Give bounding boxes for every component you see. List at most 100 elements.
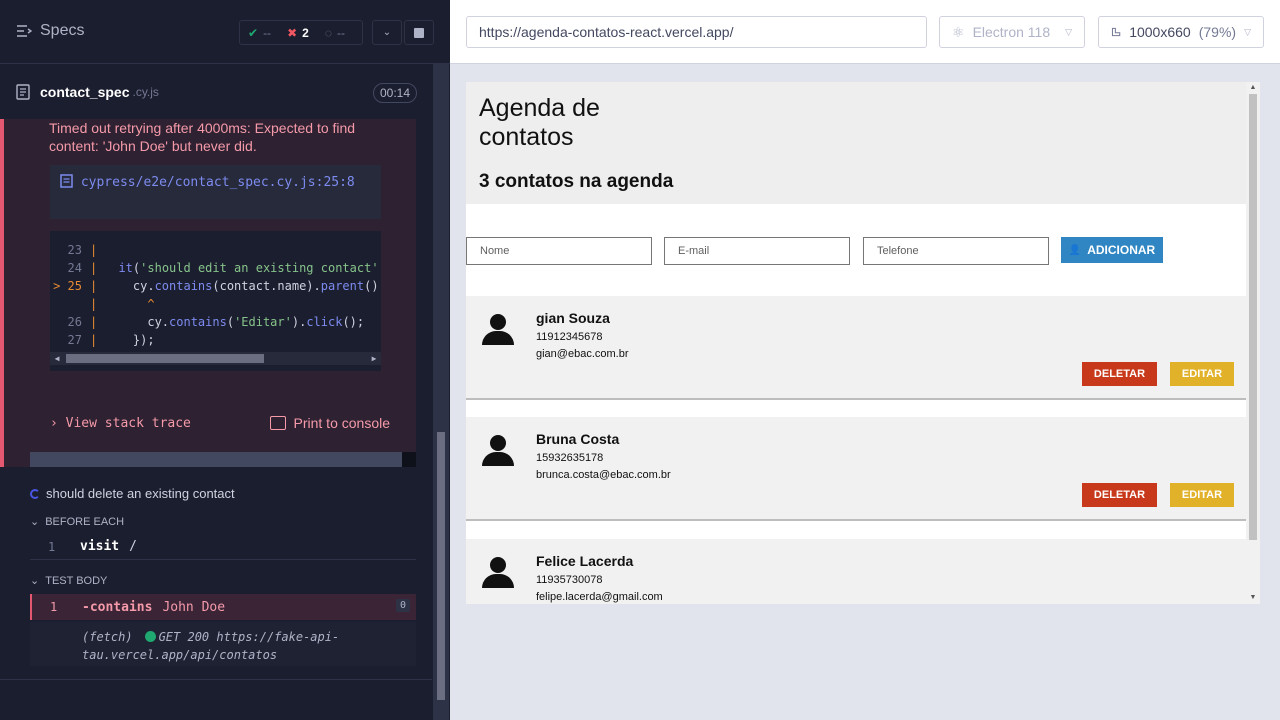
command-contains-failed[interactable]: 1 -contains John Doe 0 xyxy=(30,594,416,620)
add-button[interactable]: 👤 ADICIONAR xyxy=(1061,237,1163,263)
stop-button[interactable] xyxy=(404,20,434,45)
command-fetch[interactable]: (fetch) GET 200 https://fake-api-tau.verc… xyxy=(30,622,416,666)
code-frame-header[interactable]: cypress/e2e/contact_spec.cy.js:25:8 xyxy=(50,165,381,219)
code-horizontal-scrollbar[interactable]: ◀ ▶ xyxy=(50,352,381,365)
test-title-row[interactable]: should delete an existing contact xyxy=(30,486,235,501)
aut-header: https://agenda-contatos-react.vercel.app… xyxy=(450,0,1280,64)
pending-circle-icon: ◌ xyxy=(324,25,332,40)
passed-stat: ✔ -- xyxy=(248,25,272,40)
add-user-icon: 👤 xyxy=(1068,244,1082,256)
specs-button[interactable]: Specs xyxy=(16,22,84,40)
app-title: Agenda de contatos xyxy=(479,94,600,151)
error-vertical-scrollbar[interactable] xyxy=(402,119,416,452)
electron-icon: ⚛ xyxy=(952,23,965,40)
scroll-thumb[interactable] xyxy=(44,454,104,465)
specs-list-icon xyxy=(17,25,32,37)
contact-email: gian@ebac.com.br xyxy=(536,348,629,360)
code-line: 24 | it('should edit an existing contact' xyxy=(67,261,379,275)
contact-count: 3 contatos na agenda xyxy=(479,171,674,192)
user-icon xyxy=(482,557,514,588)
edit-button[interactable]: EDITAR xyxy=(1170,483,1234,507)
error-actions: › View stack trace Print to console xyxy=(50,415,390,431)
test-title: should delete an existing contact xyxy=(46,486,235,501)
pending-stat: ◌ -- xyxy=(324,25,345,40)
name-input[interactable] xyxy=(466,237,652,265)
code-line-highlighted: > 25 | cy.contains(contact.name).parent() xyxy=(53,279,379,293)
code-line: 27 | }); xyxy=(67,333,155,347)
code-line: 26 | cy.contains('Editar').click(); xyxy=(67,315,365,329)
scroll-thumb[interactable] xyxy=(437,432,445,700)
element-count-badge: 0 xyxy=(395,599,410,612)
scroll-corner xyxy=(402,452,416,467)
x-icon: ✖ xyxy=(287,25,298,40)
spec-file-name: contact_spec xyxy=(40,84,130,100)
delete-button[interactable]: DELETAR xyxy=(1082,362,1157,386)
aut-panel: https://agenda-contatos-react.vercel.app… xyxy=(450,0,1280,720)
email-input[interactable] xyxy=(664,237,850,265)
contact-phone: 11935730078 xyxy=(536,574,603,586)
add-contact-form: 👤 ADICIONAR xyxy=(466,237,1246,265)
contact-phone: 11912345678 xyxy=(536,331,603,343)
scroll-left-icon[interactable]: ◀ xyxy=(50,352,64,365)
app-iframe: Agenda de contatos 3 contatos na agenda … xyxy=(466,82,1260,604)
contact-phone: 15932635178 xyxy=(536,452,604,464)
contact-name: gian Souza xyxy=(536,310,610,326)
phone-input[interactable] xyxy=(863,237,1049,265)
error-panel: Timed out retrying after 4000ms: Expecte… xyxy=(0,119,416,467)
spec-duration: 00:14 xyxy=(372,83,417,103)
contact-card: Bruna Costa 15932635178 brunca.costa@eba… xyxy=(466,417,1246,521)
chevron-down-icon: ▽ xyxy=(1244,26,1251,37)
viewport-info[interactable]: 1000x660 (79%) ▽ xyxy=(1098,16,1264,48)
error-message: Timed out retrying after 4000ms: Expecte… xyxy=(49,120,356,154)
contact-card: Felice Lacerda 11935730078 felipe.lacerd… xyxy=(466,539,1246,604)
divider xyxy=(0,679,432,680)
chevron-down-icon: ⌄ xyxy=(382,27,392,38)
ruler-icon xyxy=(1111,27,1121,37)
scroll-up-icon[interactable]: ▲ xyxy=(1246,82,1260,94)
user-icon xyxy=(482,314,514,345)
chevron-down-icon: ⌄ xyxy=(30,516,40,528)
view-stack-trace-link[interactable]: › View stack trace xyxy=(50,416,191,431)
user-icon xyxy=(482,435,514,466)
chevron-down-icon: ▽ xyxy=(1065,26,1072,37)
contact-email: felipe.lacerda@gmail.com xyxy=(536,591,663,603)
command-visit[interactable]: 1 visit / xyxy=(30,534,416,560)
status-success-icon xyxy=(144,631,156,642)
edit-button[interactable]: EDITAR xyxy=(1170,362,1234,386)
scroll-thumb[interactable] xyxy=(1249,94,1257,540)
running-spinner-icon xyxy=(30,488,40,499)
browser-selector[interactable]: ⚛ Electron 118 ▽ xyxy=(939,16,1085,48)
stop-icon xyxy=(414,27,424,38)
error-horizontal-scrollbar[interactable] xyxy=(30,452,402,467)
delete-button[interactable]: DELETAR xyxy=(1082,483,1157,507)
code-line: 23 | xyxy=(67,243,98,257)
scroll-thumb[interactable] xyxy=(66,354,264,363)
spec-file-ext: .cy.js xyxy=(132,85,159,99)
document-icon xyxy=(16,84,30,100)
chevron-down-icon: ⌄ xyxy=(30,575,40,587)
failed-stat: ✖ 2 xyxy=(287,25,309,40)
contact-name: Bruna Costa xyxy=(536,431,620,447)
app-header: Agenda de contatos 3 contatos na agenda xyxy=(466,82,1246,204)
scroll-right-icon[interactable]: ▶ xyxy=(367,352,381,365)
file-icon xyxy=(60,174,73,188)
test-body-hook[interactable]: ⌄ TEST BODY xyxy=(30,574,107,588)
spec-file-row[interactable]: contact_spec .cy.js 00:14 xyxy=(0,65,432,119)
terminal-icon xyxy=(269,416,286,430)
before-each-hook[interactable]: ⌄ BEFORE EACH xyxy=(30,515,124,529)
contact-email: brunca.costa@ebac.com.br xyxy=(536,469,671,481)
contact-card: gian Souza 11912345678 gian@ebac.com.br … xyxy=(466,296,1246,400)
reporter-header: Specs ✔ -- ✖ 2 ◌ -- ⌄ xyxy=(0,0,450,64)
expand-button[interactable]: ⌄ xyxy=(372,20,402,45)
code-line: | ^ xyxy=(90,297,155,311)
app-vertical-scrollbar[interactable]: ▲ ▼ xyxy=(1246,82,1260,604)
url-field[interactable]: https://agenda-contatos-react.vercel.app… xyxy=(466,16,927,48)
command-log-panel: Specs ✔ -- ✖ 2 ◌ -- ⌄ contact_spec .cy.js 0… xyxy=(0,0,450,720)
code-lines: 23 | 24 | it('should edit an existing cont… xyxy=(50,223,381,371)
test-stats: ✔ -- ✖ 2 ◌ -- xyxy=(239,20,363,45)
print-to-console-button[interactable]: Print to console xyxy=(269,415,390,431)
code-file-path: cypress/e2e/contact_spec.cy.js:25:8 xyxy=(80,175,355,190)
scroll-down-icon[interactable]: ▼ xyxy=(1246,592,1260,604)
specs-label: Specs xyxy=(40,22,85,39)
reporter-vertical-scrollbar[interactable] xyxy=(433,64,449,720)
